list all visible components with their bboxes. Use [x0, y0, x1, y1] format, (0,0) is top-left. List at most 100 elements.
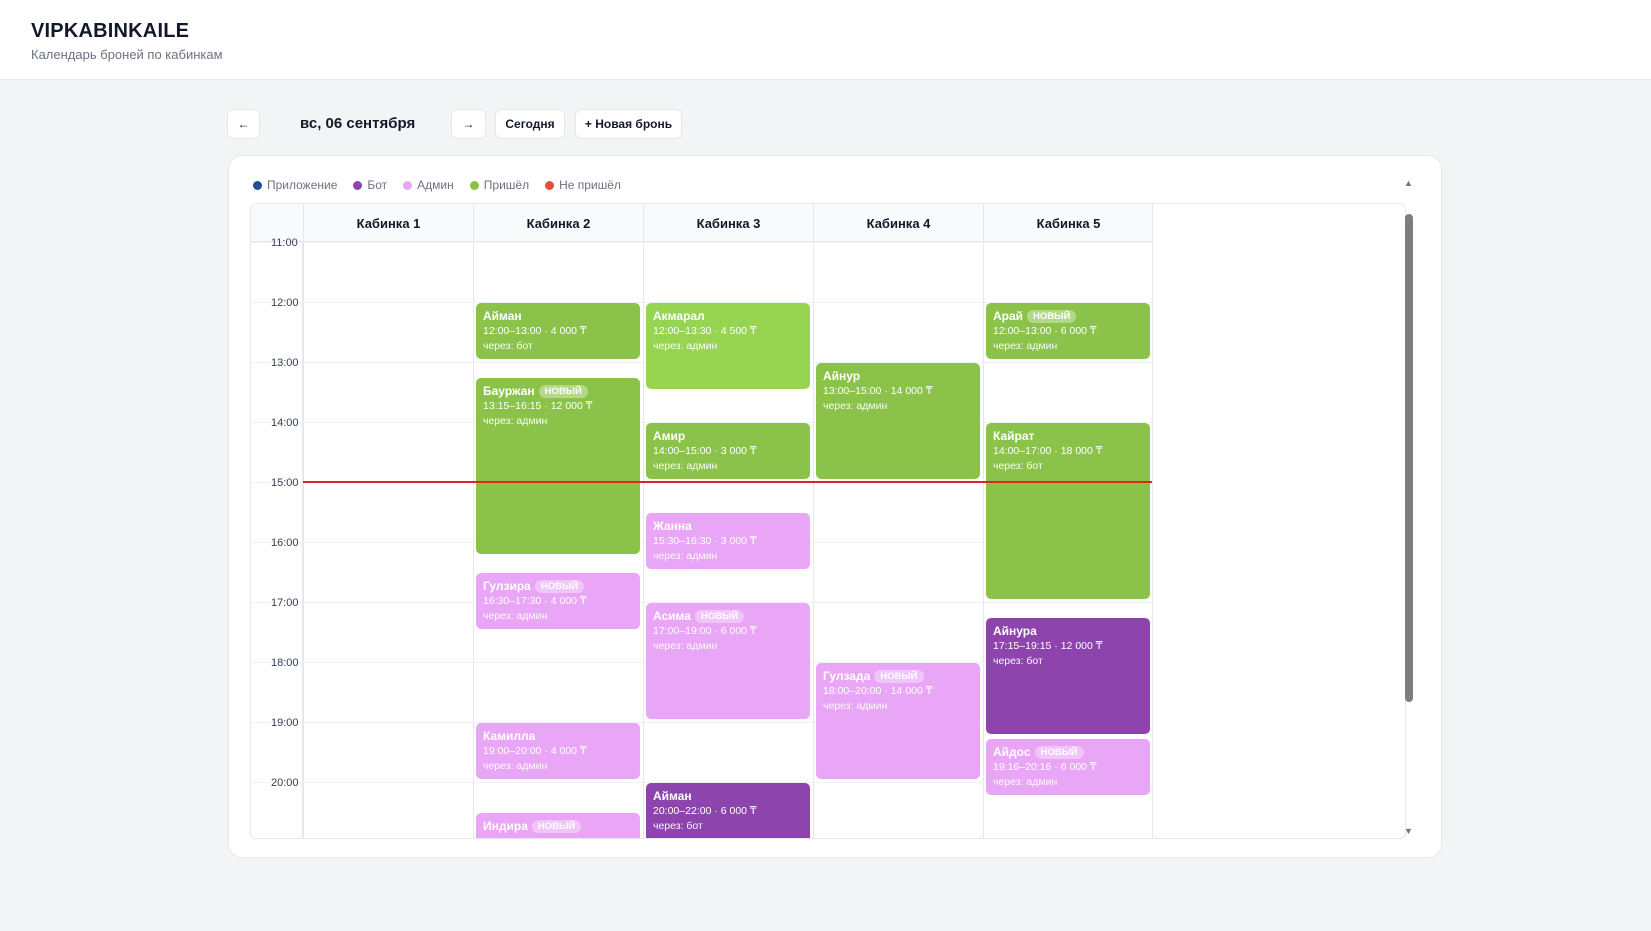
booking-name: Айман — [653, 789, 692, 803]
cabin-header: Кабинка 5 — [983, 204, 1153, 242]
app-header: VIPKABINKAILE Календарь броней по кабинк… — [0, 0, 1651, 80]
scrollbar-thumb[interactable] — [1405, 214, 1413, 702]
booking-name: Айнур — [823, 369, 861, 383]
booking-name: Кайрат — [993, 429, 1035, 443]
booking-card[interactable]: Айман 20:00–22:00 · 6 000 ₸ через: бот — [646, 783, 810, 838]
column-divider — [983, 204, 984, 838]
booking-name: Камилла — [483, 729, 536, 743]
booking-card[interactable]: Кайрат 14:00–17:00 · 18 000 ₸ через: бот — [986, 423, 1150, 599]
cabin-header: Кабинка 1 — [303, 204, 473, 242]
booking-meta: 19:16–20:16 · 6 000 ₸ — [993, 761, 1097, 773]
hour-label: 12:00 — [271, 297, 299, 309]
new-badge: НОВЫЙ — [1027, 309, 1077, 323]
today-button[interactable]: Сегодня — [495, 109, 565, 139]
booking-card[interactable]: Бауржан НОВЫЙ 13:15–16:15 · 12 000 ₸ чере… — [476, 378, 640, 554]
booking-meta: 12:00–13:30 · 4 500 ₸ — [653, 325, 757, 337]
booking-name: Асима — [653, 609, 691, 623]
app-title: VIPKABINKAILE — [31, 20, 190, 42]
cabin-header: Кабинка 4 — [813, 204, 983, 242]
booking-source: через: админ — [993, 340, 1058, 352]
booking-name: Гулзира — [483, 579, 531, 593]
booking-source: через: бот — [993, 655, 1043, 667]
vertical-scrollbar[interactable]: ▲ ▼ — [1403, 176, 1415, 841]
booking-card[interactable]: Айдос НОВЫЙ 19:16–20:16 · 6 000 ₸ через: … — [986, 739, 1150, 795]
hour-label: 14:00 — [271, 417, 299, 429]
calendar-card: Приложение Бот Админ Пришёл Не пришёл Ка… — [228, 155, 1442, 858]
booking-source: через: админ — [653, 340, 718, 352]
booking-source: через: админ — [993, 776, 1058, 788]
booking-card[interactable]: Гулзада НОВЫЙ 18:00–20:00 · 14 000 ₸ чере… — [816, 663, 980, 779]
booking-source: через: бот — [993, 460, 1043, 472]
booking-card[interactable]: Айман 12:00–13:00 · 4 000 ₸ через: бот — [476, 303, 640, 359]
legend: Приложение Бот Админ Пришёл Не пришёл — [253, 178, 621, 192]
legend-dot-icon — [469, 180, 479, 190]
booking-name: Бауржан — [483, 384, 535, 398]
column-divider — [643, 204, 644, 838]
legend-dot-icon — [253, 180, 262, 190]
booking-name: Индира — [483, 819, 528, 833]
cabin-header-row: Кабинка 1 Кабинка 2 Кабинка 3 Кабинка 4 … — [251, 204, 1152, 242]
hour-line — [251, 242, 1152, 243]
schedule-grid[interactable]: Кабинка 1 Кабинка 2 Кабинка 3 Кабинка 4 … — [250, 203, 1406, 839]
legend-item-app: Приложение — [253, 178, 337, 192]
scroll-up-icon[interactable]: ▲ — [1404, 178, 1413, 188]
grid-body: 11:00 12:00 13:00 14:00 15:00 16:00 17:0… — [251, 204, 1405, 838]
booking-card[interactable]: Жанна 15:30–16:30 · 3 000 ₸ через: админ — [646, 513, 810, 569]
legend-item-admin: Админ — [403, 178, 454, 192]
booking-card[interactable]: Арай НОВЫЙ 12:00–13:00 · 6 000 ₸ через: а… — [986, 303, 1150, 359]
new-badge: НОВЫЙ — [531, 819, 582, 833]
app-subtitle: Календарь броней по кабинкам — [31, 47, 223, 62]
column-divider — [473, 204, 474, 838]
scroll-down-icon[interactable]: ▼ — [1404, 826, 1413, 836]
booking-source: через: админ — [483, 415, 548, 427]
booking-name: Акмарал — [653, 309, 705, 323]
column-divider — [303, 204, 304, 838]
booking-meta: 13:00–15:00 · 14 000 ₸ — [823, 385, 933, 397]
column-divider — [813, 204, 814, 838]
booking-card[interactable]: Индира НОВЫЙ — [476, 813, 640, 838]
hour-label: 18:00 — [271, 657, 299, 669]
prev-day-button[interactable]: ← — [227, 109, 260, 139]
booking-source: через: админ — [653, 550, 718, 562]
current-date: вс, 06 сентября — [300, 115, 416, 132]
booking-meta: 18:00–20:00 · 14 000 ₸ — [823, 685, 933, 697]
new-badge: НОВЫЙ — [1034, 745, 1084, 759]
legend-item-arrived: Пришёл — [469, 178, 529, 192]
legend-dot-icon — [545, 180, 555, 190]
booking-name: Айман — [483, 309, 522, 323]
column-divider — [1152, 204, 1153, 838]
booking-meta: 13:15–16:15 · 12 000 ₸ — [483, 400, 593, 412]
booking-name: Айнура — [993, 624, 1037, 638]
next-day-button[interactable]: → — [451, 109, 486, 139]
booking-name: Амир — [653, 429, 686, 443]
legend-dot-icon — [403, 180, 413, 190]
hour-label: 20:00 — [271, 777, 299, 789]
booking-source: через: админ — [653, 460, 718, 472]
booking-source: через: админ — [823, 400, 888, 412]
booking-card[interactable]: Айнура 17:15–19:15 · 12 000 ₸ через: бот — [986, 618, 1150, 734]
hour-label: 13:00 — [271, 357, 299, 369]
booking-meta: 17:15–19:15 · 12 000 ₸ — [993, 640, 1103, 652]
booking-card[interactable]: Асима НОВЫЙ 17:00–19:00 · 6 000 ₸ через: … — [646, 603, 810, 719]
cabin-header: Кабинка 2 — [473, 204, 643, 242]
new-booking-button[interactable]: + Новая бронь — [575, 109, 682, 139]
booking-card[interactable]: Айнур 13:00–15:00 · 14 000 ₸ через: адми… — [816, 363, 980, 479]
booking-source: через: бот — [653, 820, 703, 832]
new-badge: НОВЫЙ — [694, 609, 745, 623]
booking-meta: 14:00–17:00 · 18 000 ₸ — [993, 445, 1103, 457]
booking-card[interactable]: Камилла 19:00–20:00 · 4 000 ₸ через: адм… — [476, 723, 640, 779]
hour-label: 17:00 — [271, 597, 299, 609]
booking-name: Жанна — [653, 519, 692, 533]
legend-dot-icon — [353, 180, 363, 190]
booking-name: Арай — [993, 309, 1024, 323]
booking-meta: 20:00–22:00 · 6 000 ₸ — [653, 805, 757, 817]
booking-card[interactable]: Амир 14:00–15:00 · 3 000 ₸ через: админ — [646, 423, 810, 479]
booking-card[interactable]: Гулзира НОВЫЙ 16:30–17:30 · 4 000 ₸ через… — [476, 573, 640, 629]
booking-name: Айдос — [993, 745, 1031, 759]
booking-meta: 17:00–19:00 · 6 000 ₸ — [653, 625, 757, 637]
legend-item-bot: Бот — [353, 178, 387, 192]
booking-card[interactable]: Акмарал 12:00–13:30 · 4 500 ₸ через: адм… — [646, 303, 810, 389]
booking-meta: 12:00–13:00 · 4 000 ₸ — [483, 325, 587, 337]
hour-label: 15:00 — [271, 477, 299, 489]
booking-source: через: админ — [823, 700, 888, 712]
